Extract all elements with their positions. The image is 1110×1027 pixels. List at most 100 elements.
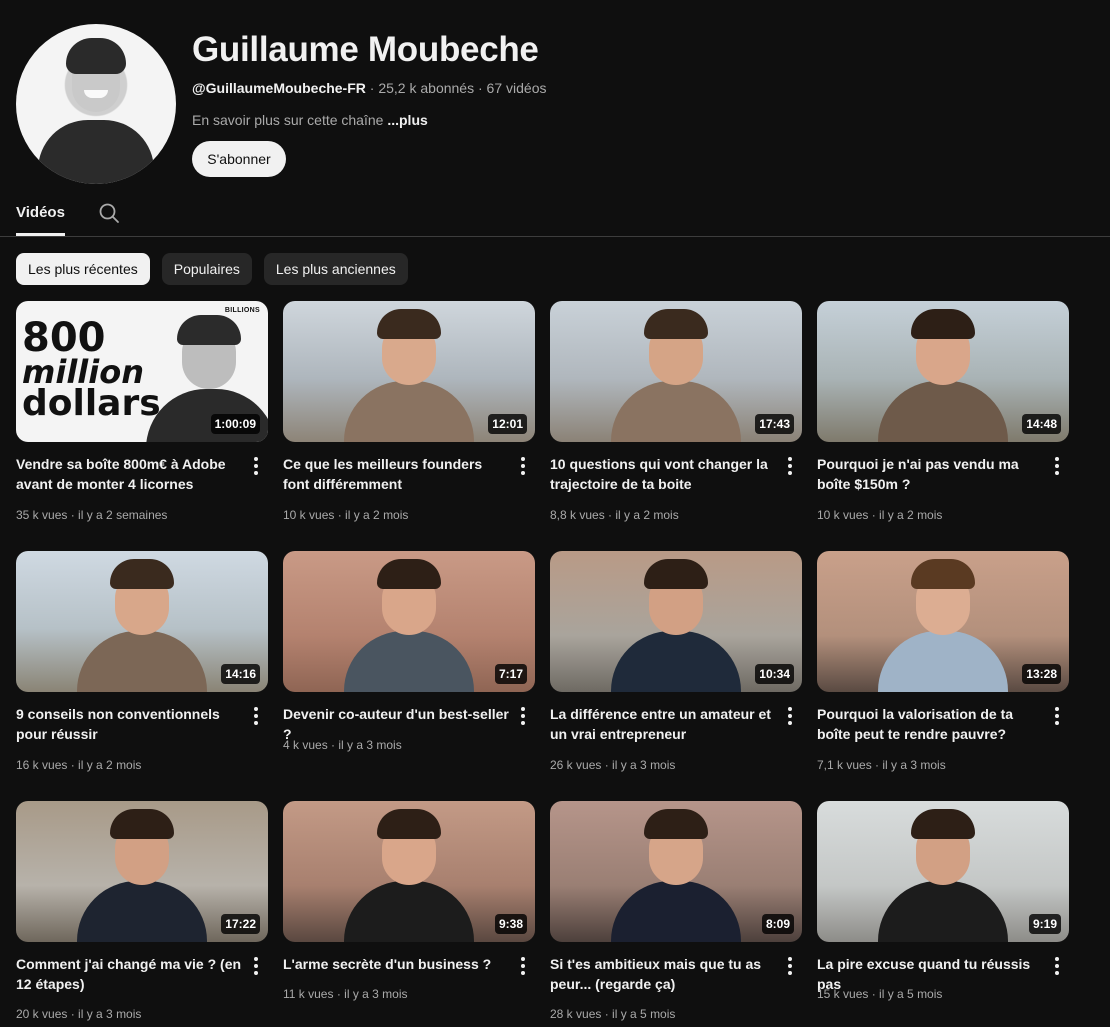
- video-card[interactable]: 14:48 Pourquoi je n'ai pas vendu ma boîte…: [817, 301, 1069, 551]
- video-stats: 11 k vues · il y a 3 mois: [283, 987, 408, 1001]
- thumbnail-person-shape: [611, 881, 741, 942]
- channel-name: Guillaume Moubeche: [192, 30, 539, 69]
- subscribe-button[interactable]: S'abonner: [192, 141, 286, 177]
- more-options-icon[interactable]: [1045, 456, 1069, 476]
- video-title[interactable]: La différence entre un amateur et un vra…: [550, 704, 778, 744]
- chip-oldest[interactable]: Les plus anciennes: [263, 253, 408, 285]
- more-options-dot: [1055, 457, 1059, 461]
- more-options-dot: [1055, 471, 1059, 475]
- tab-videos[interactable]: Vidéos: [16, 204, 65, 221]
- more-options-icon[interactable]: [778, 456, 802, 476]
- video-age: il y a 5 mois: [612, 1007, 676, 1021]
- thumbnail-brand-tag: BILLIONS: [224, 307, 260, 314]
- more-options-dot: [788, 714, 792, 718]
- more-options-dot: [254, 464, 258, 468]
- more-options-dot: [521, 971, 525, 975]
- video-views: 16 k vues: [16, 758, 68, 772]
- video-stats: 16 k vues · il y a 2 mois: [16, 758, 141, 772]
- video-card[interactable]: 10:34 La différence entre un amateur et u…: [550, 551, 802, 801]
- video-age: il y a 2 mois: [78, 758, 142, 772]
- video-thumbnail[interactable]: 800 million dollars BILLIONS 1:00:09: [16, 301, 268, 442]
- video-stats: 28 k vues · il y a 5 mois: [550, 1007, 675, 1021]
- video-card[interactable]: 7:17 Devenir co-auteur d'un best-seller ?…: [283, 551, 535, 801]
- video-card[interactable]: 17:43 10 questions qui vont changer la tr…: [550, 301, 802, 551]
- more-options-icon[interactable]: [511, 706, 535, 726]
- video-duration-badge: 12:01: [488, 414, 527, 434]
- more-options-icon[interactable]: [511, 456, 535, 476]
- video-duration-badge: 10:34: [755, 664, 794, 684]
- more-options-dot: [521, 721, 525, 725]
- search-icon[interactable]: [97, 201, 121, 225]
- thumbnail-person-shape: [344, 631, 474, 692]
- video-title[interactable]: 9 conseils non conventionnels pour réuss…: [16, 704, 244, 744]
- video-title[interactable]: Pourquoi je n'ai pas vendu ma boîte $150…: [817, 454, 1045, 494]
- video-thumbnail[interactable]: 14:48: [817, 301, 1069, 442]
- more-options-icon[interactable]: [778, 956, 802, 976]
- video-card[interactable]: 14:16 9 conseils non conventionnels pour …: [16, 551, 268, 801]
- more-options-icon[interactable]: [511, 956, 535, 976]
- more-options-dot: [1055, 714, 1059, 718]
- more-options-icon[interactable]: [1045, 706, 1069, 726]
- video-title[interactable]: Pourquoi la valorisation de ta boîte peu…: [817, 704, 1045, 744]
- channel-avatar[interactable]: [16, 24, 176, 184]
- more-options-dot: [521, 964, 525, 968]
- video-card[interactable]: 12:01 Ce que les meilleurs founders font …: [283, 301, 535, 551]
- video-thumbnail[interactable]: 17:22: [16, 801, 268, 942]
- video-thumbnail[interactable]: 8:09: [550, 801, 802, 942]
- video-title[interactable]: L'arme secrète d'un business ?: [283, 954, 511, 974]
- chip-recent[interactable]: Les plus récentes: [16, 253, 150, 285]
- video-duration-badge: 8:09: [761, 914, 794, 934]
- more-options-dot: [254, 714, 258, 718]
- video-title[interactable]: Vendre sa boîte 800m€ à Adobe avant de m…: [16, 454, 244, 494]
- video-thumbnail[interactable]: 14:16: [16, 551, 268, 692]
- video-card[interactable]: 9:38 L'arme secrète d'un business ? 11 k v…: [283, 801, 535, 1027]
- video-thumbnail[interactable]: 10:34: [550, 551, 802, 692]
- video-views: 26 k vues: [550, 758, 602, 772]
- avatar-hair-shape: [66, 38, 126, 74]
- stats-separator: ·: [67, 508, 79, 522]
- video-card[interactable]: 800 million dollars BILLIONS 1:00:09 Vendre s…: [16, 301, 268, 551]
- video-stats: 7,1 k vues · il y a 3 mois: [817, 758, 946, 772]
- thumbnail-headline: 800 million dollars: [22, 318, 161, 422]
- channel-about-link[interactable]: En savoir plus sur cette chaîne ...plus: [192, 112, 428, 128]
- video-stats: 26 k vues · il y a 3 mois: [550, 758, 675, 772]
- video-views: 10 k vues: [283, 508, 335, 522]
- video-stats: 35 k vues · il y a 2 semaines: [16, 508, 167, 522]
- video-thumbnail[interactable]: 17:43: [550, 301, 802, 442]
- video-thumbnail[interactable]: 9:19: [817, 801, 1069, 942]
- more-options-icon[interactable]: [1045, 956, 1069, 976]
- thumbnail-person-shape: [911, 809, 975, 839]
- video-card[interactable]: 17:22 Comment j'ai changé ma vie ? (en 12…: [16, 801, 268, 1027]
- more-options-icon[interactable]: [244, 456, 268, 476]
- more-options-icon[interactable]: [244, 956, 268, 976]
- about-more-link[interactable]: ...plus: [387, 112, 427, 128]
- channel-handle[interactable]: @GuillaumeMoubeche-FR: [192, 80, 366, 96]
- chip-popular[interactable]: Populaires: [161, 253, 252, 285]
- stats-separator: ·: [604, 508, 616, 522]
- video-duration-badge: 17:43: [755, 414, 794, 434]
- video-title[interactable]: 10 questions qui vont changer la traject…: [550, 454, 778, 494]
- video-thumbnail[interactable]: 9:38: [283, 801, 535, 942]
- video-card[interactable]: 13:28 Pourquoi la valorisation de ta boît…: [817, 551, 1069, 801]
- thumbnail-person-shape: [377, 809, 441, 839]
- video-title[interactable]: Ce que les meilleurs founders font diffé…: [283, 454, 511, 494]
- thumbnail-person-shape: [110, 559, 174, 589]
- video-card[interactable]: 8:09 Si t'es ambitieux mais que tu as peu…: [550, 801, 802, 1027]
- thumbnail-person-shape: [377, 309, 441, 339]
- more-options-icon[interactable]: [244, 706, 268, 726]
- video-stats: 4 k vues · il y a 3 mois: [283, 738, 402, 752]
- video-title[interactable]: Comment j'ai changé ma vie ? (en 12 étap…: [16, 954, 244, 994]
- video-grid: 800 million dollars BILLIONS 1:00:09 Vendre s…: [16, 301, 1070, 1027]
- meta-separator: ·: [365, 80, 379, 96]
- video-card[interactable]: 9:19 La pire excuse quand tu réussis pas 1…: [817, 801, 1069, 1027]
- video-thumbnail[interactable]: 12:01: [283, 301, 535, 442]
- video-thumbnail[interactable]: 7:17: [283, 551, 535, 692]
- more-options-icon[interactable]: [778, 706, 802, 726]
- more-options-dot: [788, 464, 792, 468]
- more-options-dot: [1055, 721, 1059, 725]
- video-title[interactable]: Si t'es ambitieux mais que tu as peur...…: [550, 954, 778, 994]
- video-duration-badge: 9:38: [494, 914, 527, 934]
- video-thumbnail[interactable]: 13:28: [817, 551, 1069, 692]
- more-options-dot: [521, 957, 525, 961]
- video-duration-badge: 1:00:09: [210, 414, 260, 434]
